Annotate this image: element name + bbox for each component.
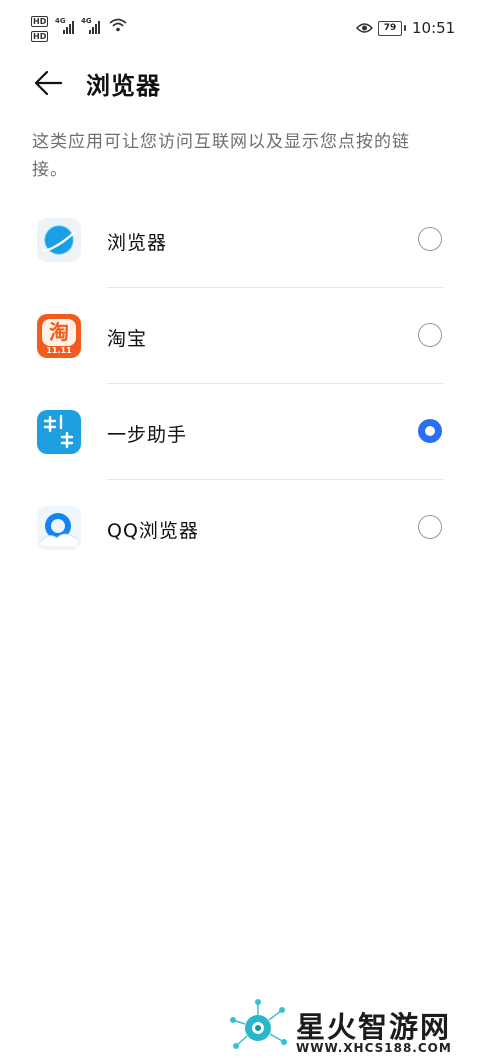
wifi-icon [109,18,127,32]
page-title: 浏览器 [86,72,161,100]
watermark-url: WWW.XHCS188.COM [296,1041,452,1055]
hd-indicator: HD [31,16,49,27]
back-arrow-icon[interactable] [32,67,64,99]
hd-indicator: HD [31,31,49,42]
app-label: 浏览器 [107,232,168,254]
radio-button[interactable] [418,515,442,539]
radio-button[interactable] [418,323,442,347]
eye-comfort-icon [356,23,373,33]
radio-button-selected[interactable] [418,419,442,443]
app-list: 浏览器 淘 11.11 淘宝 一步助手 QQ浏览器 [0,192,480,576]
watermark: 星火智游网 WWW.XHCS188.COM [228,996,480,1060]
status-right: 79 10:51 [356,19,455,39]
watermark-logo-icon [230,999,287,1049]
app-header: 浏览器 [0,58,480,108]
battery-icon: 79 [378,21,402,36]
taobao-icon: 淘 11.11 [37,314,81,358]
status-bar: HD HD 4G 4G 79 10:51 [0,0,480,58]
clock: 10:51 [412,19,456,37]
list-item-qq-browser[interactable]: QQ浏览器 [0,480,480,576]
list-item-browser[interactable]: 浏览器 [0,192,480,288]
app-label: QQ浏览器 [107,520,199,542]
radio-button[interactable] [418,227,442,251]
yibu-assistant-icon [37,410,81,454]
qq-browser-icon [37,506,81,550]
watermark-name: 星火智游网 [296,1010,452,1044]
cell-signal-icon: 4G [81,17,103,34]
cell-signal-icon: 4G [55,17,77,34]
page-description: 这类应用可让您访问互联网以及显示您点按的链接。 [32,132,410,180]
app-label: 一步助手 [107,424,188,446]
app-label: 淘宝 [107,328,148,350]
battery-tip [404,25,406,31]
browser-icon [37,218,81,262]
list-item-taobao[interactable]: 淘 11.11 淘宝 [0,288,480,384]
list-item-yibu-assistant[interactable]: 一步助手 [0,384,480,480]
